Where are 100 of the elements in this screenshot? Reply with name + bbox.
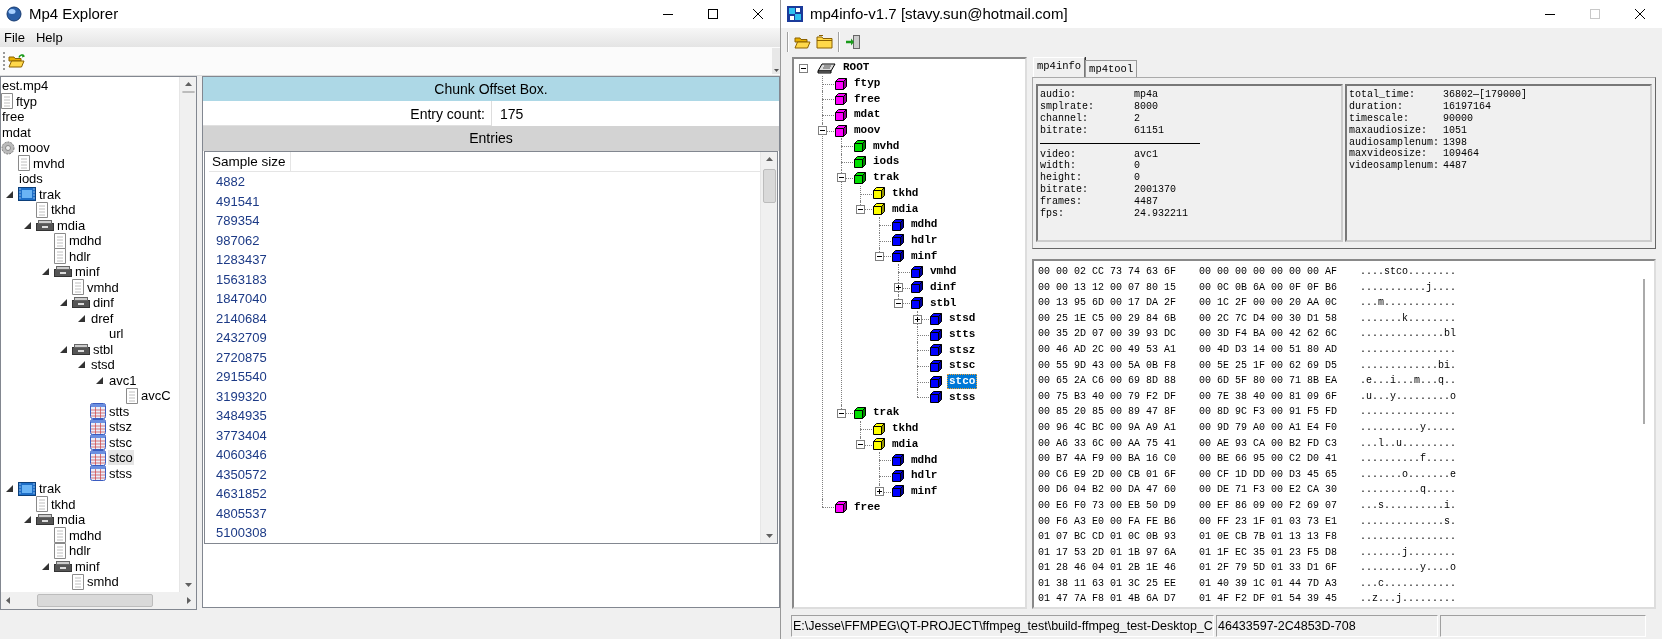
expander-icon[interactable]: [78, 314, 85, 322]
scroll-thumb[interactable]: [181, 91, 195, 93]
open-folder-icon[interactable]: [8, 53, 26, 69]
open-folder-icon[interactable]: [794, 34, 811, 49]
collapse-box-icon[interactable]: [856, 440, 865, 449]
collapse-box-icon[interactable]: [875, 251, 884, 261]
expander-icon[interactable]: [6, 190, 13, 198]
expander-icon[interactable]: [24, 221, 31, 229]
tree-item[interactable]: tkhd: [890, 185, 921, 201]
tree-item[interactable]: ftyp: [15, 93, 38, 109]
menu-item[interactable]: Help: [31, 27, 70, 48]
scroll-thumb[interactable]: [762, 169, 776, 203]
expand-box-icon[interactable]: [875, 487, 884, 497]
tree-item[interactable]: mdia: [890, 201, 921, 217]
tree-item[interactable]: iods: [18, 171, 44, 187]
tree-item[interactable]: stco: [108, 450, 134, 466]
tree-item[interactable]: mdhd: [909, 452, 940, 468]
scroll-thumb[interactable]: [1643, 279, 1645, 424]
tree-item[interactable]: minf: [74, 264, 101, 280]
scroll-up-arrow-icon[interactable]: [765, 157, 773, 161]
tab[interactable]: mp4info: [1033, 57, 1086, 77]
tree-item[interactable]: moov: [17, 140, 51, 156]
tree-item[interactable]: stbl: [92, 341, 115, 357]
vertical-scrollbar[interactable]: [179, 77, 196, 592]
tree-item[interactable]: tkhd: [890, 421, 921, 437]
tree-item[interactable]: hdlr: [909, 232, 940, 248]
scroll-up-arrow-icon[interactable]: [184, 82, 192, 86]
scroll-left-arrow-icon[interactable]: [6, 597, 10, 604]
tree-item[interactable]: hdlr: [68, 543, 92, 559]
tree-item[interactable]: vmhd: [86, 279, 120, 295]
vertical-scrollbar[interactable]: [760, 152, 777, 543]
tab[interactable]: mp4tool: [1085, 60, 1138, 77]
tree-item[interactable]: trak: [38, 186, 62, 202]
expander-icon[interactable]: [60, 345, 67, 353]
tree-item[interactable]: minf: [74, 558, 101, 574]
tree-item[interactable]: stsz: [947, 342, 978, 358]
exit-icon[interactable]: [845, 33, 861, 50]
tree-item[interactable]: stsd: [90, 357, 116, 373]
tree-item[interactable]: stts: [108, 403, 131, 419]
collapse-box-icon[interactable]: [799, 63, 808, 73]
tree-item[interactable]: stsc: [947, 358, 978, 374]
tree-item[interactable]: mdhd: [909, 217, 940, 233]
tree-item[interactable]: stbl: [928, 295, 959, 311]
tree-item[interactable]: dref: [90, 310, 115, 326]
tree-item[interactable]: est.mp4: [1, 78, 50, 94]
column-header[interactable]: Sample size: [209, 152, 291, 171]
tree-item[interactable]: mvhd: [32, 155, 66, 171]
tree-item[interactable]: ftyp: [852, 76, 883, 92]
tree-item[interactable]: stss: [947, 389, 978, 405]
tree-item[interactable]: hdlr: [909, 468, 940, 484]
tree-item[interactable]: minf: [909, 483, 940, 499]
tree-item[interactable]: free: [852, 91, 883, 107]
tree-item[interactable]: stsz: [108, 419, 134, 435]
tree-item[interactable]: stss: [108, 465, 134, 481]
expander-icon[interactable]: [60, 299, 67, 307]
tree-item[interactable]: stsc: [108, 434, 134, 450]
collapse-box-icon[interactable]: [856, 204, 865, 214]
expander-icon[interactable]: [42, 268, 49, 276]
tree-item[interactable]: avcC: [140, 388, 172, 404]
collapse-box-icon[interactable]: [837, 173, 846, 183]
tree-item[interactable]: trak: [38, 481, 62, 497]
horizontal-scrollbar[interactable]: [1, 592, 196, 609]
tree-item[interactable]: url: [108, 326, 125, 342]
expander-icon[interactable]: [42, 562, 49, 570]
tree-item[interactable]: minf: [909, 248, 940, 264]
collapse-box-icon[interactable]: [818, 126, 827, 136]
tree-item[interactable]: free: [852, 499, 883, 515]
collapse-box-icon[interactable]: [837, 408, 846, 418]
tree-item[interactable]: mdhd: [68, 233, 103, 249]
tree-item[interactable]: hdlr: [68, 248, 92, 264]
expand-box-icon[interactable]: [913, 314, 922, 324]
menu-item[interactable]: File: [0, 27, 32, 48]
tree-item[interactable]: tkhd: [50, 496, 77, 512]
tree-item[interactable]: mdhd: [68, 527, 103, 543]
tree-item[interactable]: dinf: [928, 279, 959, 295]
tree-item[interactable]: free: [1, 109, 26, 125]
tree-item[interactable]: avc1: [108, 372, 138, 388]
tree-item[interactable]: mdia: [56, 217, 87, 233]
tree-item[interactable]: mdat: [1, 124, 32, 140]
tree-item[interactable]: vmhd: [928, 264, 959, 280]
tree-item[interactable]: stsd: [947, 311, 978, 327]
scroll-down-arrow-icon[interactable]: [765, 534, 773, 538]
folder-icon[interactable]: [816, 34, 833, 49]
expander-icon[interactable]: [96, 376, 103, 384]
scroll-down-arrow-icon[interactable]: [184, 583, 192, 587]
scroll-right-arrow-icon[interactable]: [187, 597, 191, 604]
tree-item[interactable]: dinf: [92, 295, 115, 311]
expander-icon[interactable]: [78, 361, 85, 369]
tree-item[interactable]: ROOT: [841, 60, 872, 76]
tree-item[interactable]: smhd: [86, 574, 120, 590]
collapse-box-icon[interactable]: [894, 298, 903, 308]
expander-icon[interactable]: [6, 485, 13, 493]
tree-item[interactable]: trak: [871, 170, 902, 186]
tree-item[interactable]: moov: [852, 123, 883, 139]
tree-item[interactable]: trak: [871, 405, 902, 421]
toolbar-overflow-button[interactable]: [772, 48, 780, 74]
tree-item[interactable]: stco: [947, 374, 978, 390]
tree-item[interactable]: stts: [947, 327, 978, 343]
tree-item[interactable]: mdat: [852, 107, 883, 123]
tree-item[interactable]: tkhd: [50, 202, 77, 218]
